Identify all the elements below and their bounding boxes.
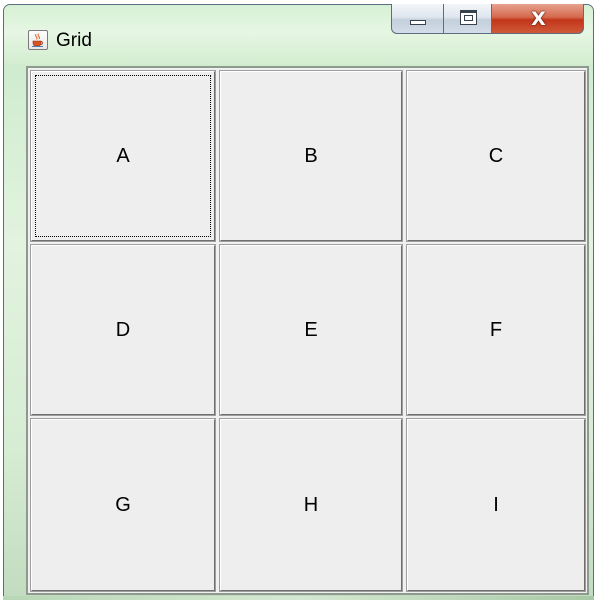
grid-button-e[interactable]: E: [219, 244, 403, 416]
minimize-icon: [410, 20, 426, 25]
minimize-button[interactable]: [391, 4, 444, 34]
grid-button-label: A: [116, 145, 130, 167]
window-title: Grid: [56, 30, 92, 51]
title-bar[interactable]: Grid X: [4, 4, 593, 65]
grid-button-g[interactable]: G: [30, 418, 216, 592]
maximize-icon: [460, 10, 477, 25]
grid-panel: A B C D E F G H I: [30, 70, 586, 592]
caption-buttons: X: [391, 4, 584, 35]
grid-button-label: D: [115, 319, 131, 341]
grid-button-h[interactable]: H: [219, 418, 403, 592]
grid-button-f[interactable]: F: [406, 244, 586, 416]
grid-button-a[interactable]: A: [30, 70, 216, 242]
grid-button-label: B: [304, 145, 318, 167]
window-bottom-border: [3, 596, 594, 600]
java-cup-icon[interactable]: [28, 30, 48, 50]
grid-button-i[interactable]: I: [406, 418, 586, 592]
maximize-button[interactable]: [443, 4, 492, 34]
close-button[interactable]: X: [491, 4, 584, 34]
grid-button-d[interactable]: D: [30, 244, 216, 416]
grid-button-b[interactable]: B: [219, 70, 403, 242]
grid-button-label: C: [488, 145, 504, 167]
grid-button-label: E: [304, 319, 318, 341]
content-pane: A B C D E F G H I: [26, 66, 589, 595]
app-window: Grid X A B C D E F G H I: [3, 4, 594, 600]
grid-button-label: F: [489, 319, 503, 341]
close-icon: X: [531, 8, 546, 30]
grid-button-label: H: [303, 494, 319, 516]
grid-button-label: I: [493, 494, 499, 516]
grid-button-label: G: [115, 494, 131, 516]
grid-button-c[interactable]: C: [406, 70, 586, 242]
